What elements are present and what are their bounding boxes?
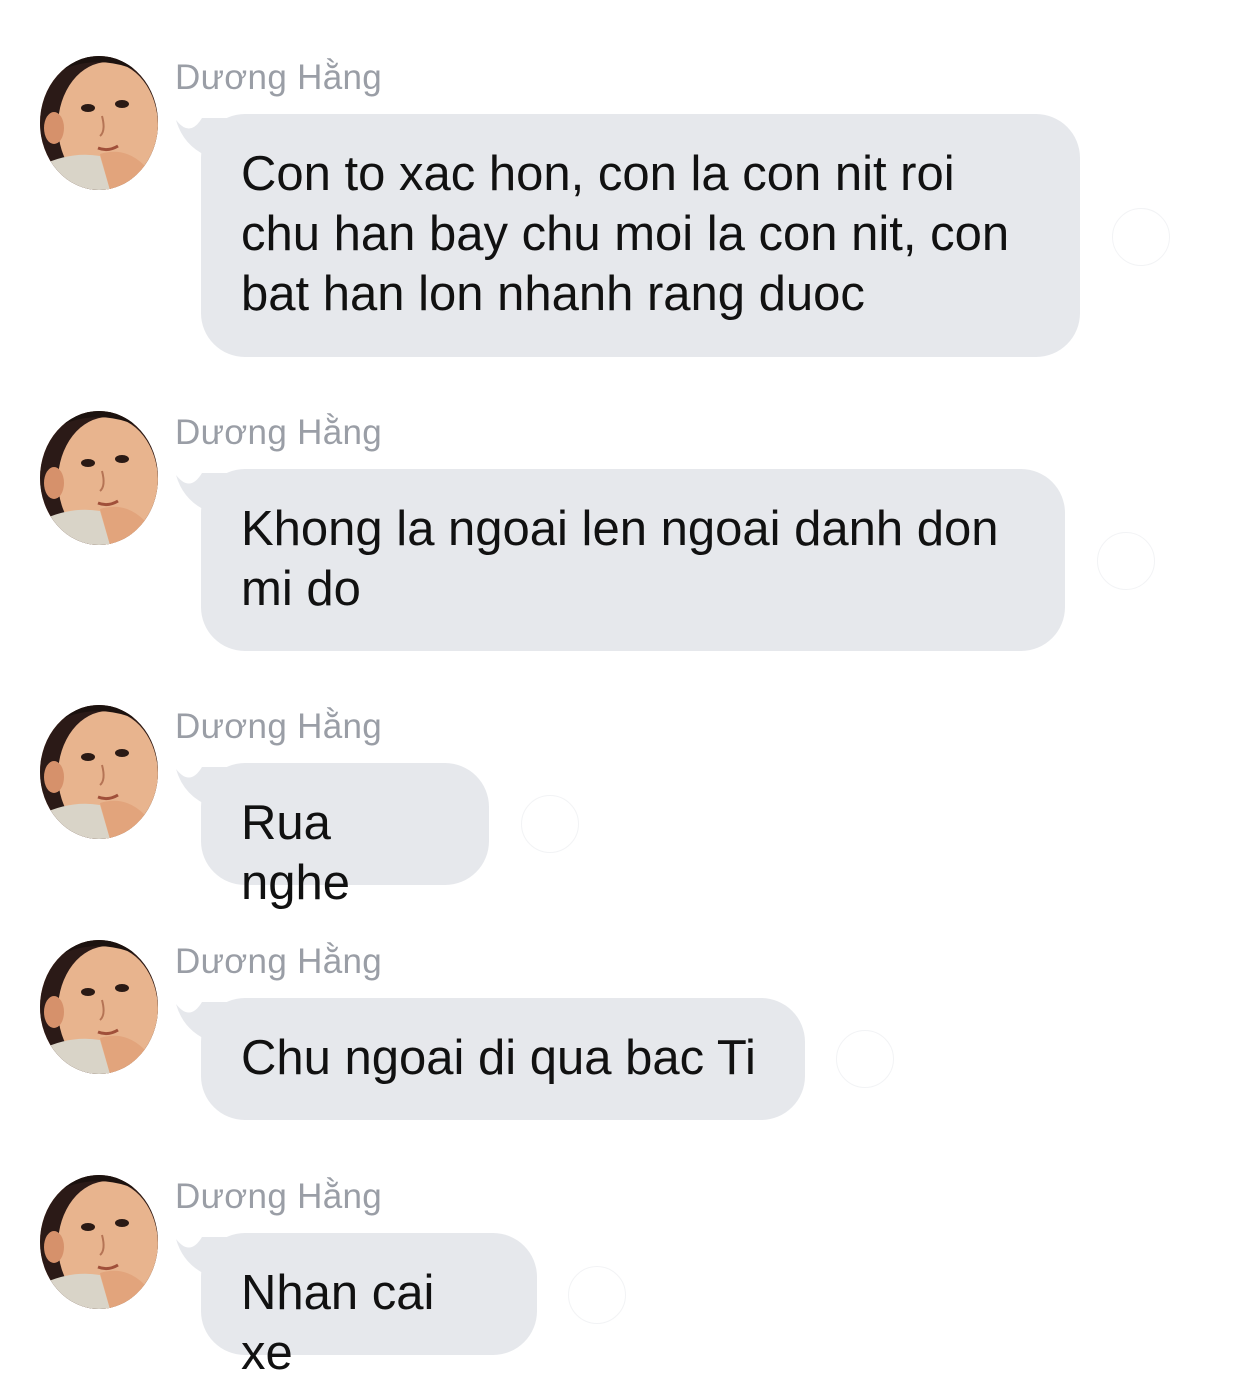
reaction-placeholder-icon[interactable] xyxy=(1112,208,1170,266)
reaction-placeholder-icon[interactable] xyxy=(1097,532,1155,590)
sender-avatar[interactable] xyxy=(40,56,158,190)
child-portrait-avatar-icon xyxy=(40,56,158,190)
sender-name: Dương Hằng xyxy=(175,1177,382,1216)
sender-name: Dương Hằng xyxy=(175,413,382,452)
sender-name: Dương Hằng xyxy=(175,707,382,746)
child-portrait-avatar-icon xyxy=(40,411,158,545)
reaction-placeholder-icon[interactable] xyxy=(568,1266,626,1324)
message-bubble[interactable]: Rua nghe xyxy=(201,763,489,910)
message-bubble[interactable]: Nhan cai xe xyxy=(201,1233,537,1380)
sender-name: Dương Hằng xyxy=(175,942,382,981)
sender-avatar[interactable] xyxy=(40,940,158,1074)
reaction-placeholder-icon[interactable] xyxy=(521,795,579,853)
sender-avatar[interactable] xyxy=(40,411,158,545)
message-bubble[interactable]: Con to xac hon, con la con nit roi chu h… xyxy=(201,114,1080,357)
reaction-placeholder-icon[interactable] xyxy=(836,1030,894,1088)
child-portrait-avatar-icon xyxy=(40,940,158,1074)
sender-avatar[interactable] xyxy=(40,1175,158,1309)
child-portrait-avatar-icon xyxy=(40,1175,158,1309)
sender-avatar[interactable] xyxy=(40,705,158,839)
message-bubble[interactable]: Chu ngoai di qua bac Ti xyxy=(201,998,805,1120)
message-bubble[interactable]: Khong la ngoai len ngoai danh don mi do xyxy=(201,469,1065,651)
sender-name: Dương Hằng xyxy=(175,58,382,97)
child-portrait-avatar-icon xyxy=(40,705,158,839)
